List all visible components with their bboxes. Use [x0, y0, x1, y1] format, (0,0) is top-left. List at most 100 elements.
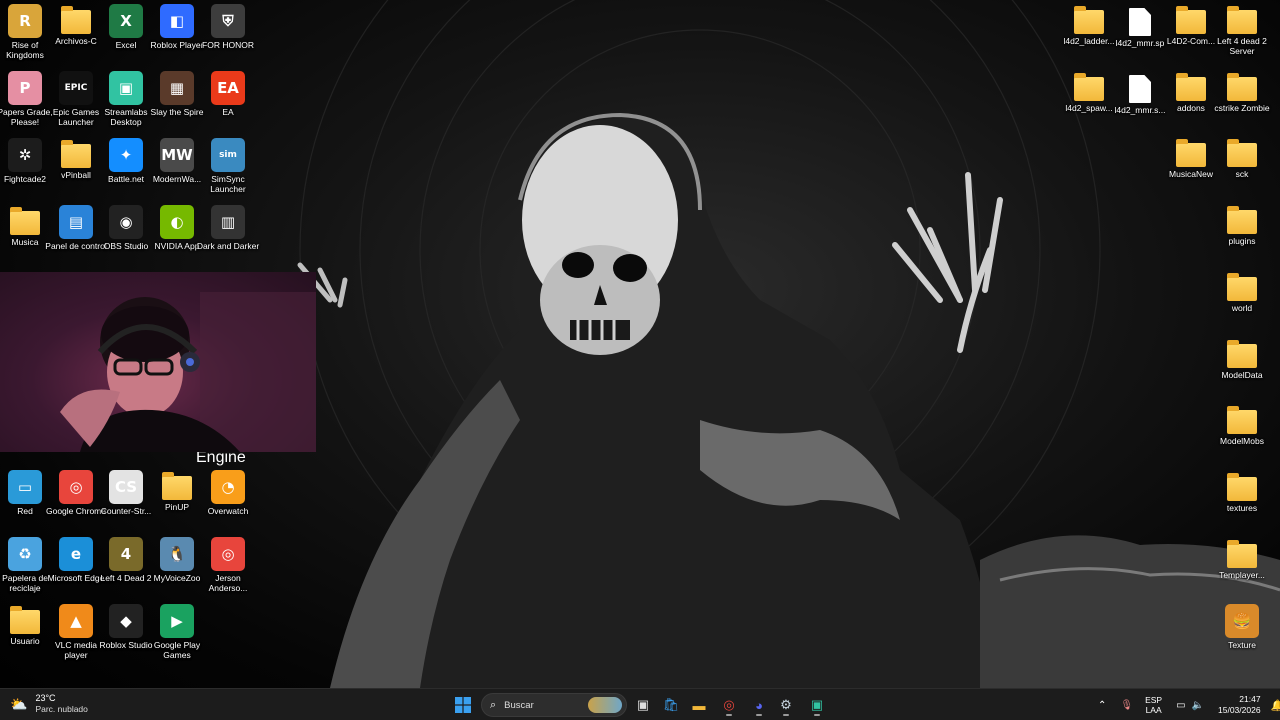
desktop-icon[interactable]: cstrike Zombie	[1214, 71, 1270, 133]
desktop-icon[interactable]: ◧ Roblox Player	[149, 4, 205, 66]
keyboard-layout: LAA	[1145, 705, 1162, 715]
for-honor-icon: ⛨	[211, 4, 245, 38]
steam-button[interactable]: ⚙	[774, 693, 798, 717]
file-icon	[1129, 8, 1151, 36]
taskbar: ⛅ 23°C Parc. nublado ⌕ Buscar ▣ 🛍 ▬ ◎ ◕ ⚙ ▣ ⌃ …	[0, 688, 1280, 720]
excel-icon: X	[109, 4, 143, 38]
store-icon: 🛍	[662, 697, 680, 712]
store-button[interactable]: 🛍	[659, 693, 683, 717]
desktop-icon[interactable]: sim SimSync Launcher	[200, 138, 256, 200]
desktop-icon[interactable]: addons	[1163, 71, 1219, 133]
desktop-icon[interactable]: l4d2_ladder...	[1061, 4, 1117, 66]
desktop-icon[interactable]: X Excel	[98, 4, 154, 66]
desktop-icon[interactable]: l4d2_spaw...	[1061, 71, 1117, 133]
desktop-icon[interactable]: ◐ NVIDIA App	[149, 205, 205, 267]
folder-icon	[61, 140, 91, 168]
desktop-icon[interactable]: ✦ Battle.net	[98, 138, 154, 200]
clock[interactable]: 21:47 15/03/2026	[1218, 694, 1261, 716]
counter-strike-icon: CS	[109, 470, 143, 504]
desktop-icon[interactable]: Templayer...	[1214, 538, 1270, 600]
edge-icon: e	[59, 537, 93, 571]
desktop-icon[interactable]: ▤ Panel de control	[45, 205, 107, 267]
desktop-icon[interactable]: MusicaNew	[1163, 137, 1219, 199]
desktop-icon[interactable]: ⛨ FOR HONOR	[200, 4, 256, 66]
desktop-icon[interactable]: world	[1214, 271, 1270, 333]
microphone-icon[interactable]: 🎙	[1120, 700, 1133, 711]
folder-icon	[61, 6, 91, 34]
running-indicator	[783, 714, 789, 716]
network-icon[interactable]: ▭	[1176, 700, 1185, 711]
chrome-icon: ◎	[211, 537, 245, 571]
desktop-icon[interactable]: ♻ Papelera de reciclaje	[0, 537, 53, 599]
desktop-icon-label: cstrike Zombie	[1214, 103, 1270, 113]
myvoicezoo-icon: 🐧	[160, 537, 194, 571]
desktop-icon[interactable]: ▶ Google Play Games	[149, 604, 205, 666]
folder-icon	[1227, 206, 1257, 234]
desktop-icon-label: Dark and Darker	[196, 241, 260, 251]
streamlabs-icon: ▣	[109, 71, 143, 105]
desktop-icon[interactable]: ▣ Streamlabs Desktop	[98, 71, 154, 133]
chevron-up-icon[interactable]: ⌃	[1098, 700, 1106, 711]
fightcade-icon: ✲	[8, 138, 42, 172]
folder-icon	[10, 207, 40, 235]
chrome-button[interactable]: ◎	[717, 693, 741, 717]
vlc-icon: ▲	[59, 604, 93, 638]
desktop-icon[interactable]: Archivos-C	[48, 4, 104, 66]
discord-button[interactable]: ◕	[747, 693, 771, 717]
running-indicator	[726, 714, 732, 716]
dark-and-darker-icon: ▥	[211, 205, 245, 239]
folder-icon	[1176, 139, 1206, 167]
desktop-icon[interactable]: ModelMobs	[1214, 404, 1270, 466]
desktop-icon[interactable]: R Rise of Kingdoms	[0, 4, 53, 66]
desktop-icon[interactable]: Left 4 dead 2 Server	[1214, 4, 1270, 66]
desktop-icon[interactable]: Musica	[0, 205, 53, 267]
desktop-icon[interactable]: ◎ Jerson Anderso...	[200, 537, 256, 599]
streamer-webcam-feed	[60, 292, 316, 452]
desktop-icon[interactable]: vPinball	[48, 138, 104, 200]
folder-icon	[1227, 540, 1257, 568]
weather-widget[interactable]: ⛅ 23°C Parc. nublado	[10, 693, 88, 715]
recycle-bin-icon: ♻	[8, 537, 42, 571]
desktop-icon[interactable]: sck	[1214, 137, 1270, 199]
file-explorer-button[interactable]: ▬	[687, 693, 711, 717]
language-indicator[interactable]: ESP LAA	[1145, 695, 1162, 715]
search-placeholder: Buscar	[504, 699, 534, 711]
task-view-button[interactable]: ▣	[631, 693, 655, 717]
notifications-icon[interactable]: 🔔	[1271, 699, 1280, 712]
volume-icon[interactable]: 🔈	[1192, 700, 1204, 711]
running-indicator	[814, 714, 820, 716]
burger-icon: 🍔	[1225, 604, 1259, 638]
desktop-icon[interactable]: ◎ Google Chrome	[46, 470, 106, 532]
desktop-icon[interactable]: EA EA	[200, 71, 256, 133]
webcam-overlay	[0, 272, 316, 452]
desktop-icon[interactable]: textures	[1214, 471, 1270, 533]
start-button[interactable]	[451, 693, 475, 717]
desktop-icon[interactable]: plugins	[1214, 204, 1270, 266]
desktop-icon[interactable]: ▭ Red	[0, 470, 53, 532]
folder-icon: ▬	[692, 697, 706, 713]
desktop-icon[interactable]: 🍔 Texture	[1214, 604, 1270, 666]
desktop-icon[interactable]: ✲ Fightcade2	[0, 138, 53, 200]
folder-icon	[1227, 406, 1257, 434]
desktop-icon[interactable]: ▦ Slay the Spire	[149, 71, 205, 133]
modern-warfare-icon: MW	[160, 138, 194, 172]
desktop-icon[interactable]: e Microsoft Edge	[48, 537, 104, 599]
desktop-icon-label: ModelData	[1221, 370, 1263, 380]
desktop-icon[interactable]: 4 Left 4 Dead 2	[98, 537, 154, 599]
epic-games-icon: EPIC	[59, 71, 93, 105]
desktop-icon[interactable]: ModelData	[1214, 338, 1270, 400]
desktop-icon[interactable]: ◔ Overwatch	[200, 470, 256, 532]
desktop-icon[interactable]: l4d2_mmr.s...	[1112, 71, 1168, 133]
desktop-icon[interactable]: l4d2_mmr.sp	[1112, 4, 1168, 66]
desktop-icon-label: ModelMobs	[1220, 436, 1264, 446]
language-code: ESP	[1145, 695, 1163, 705]
streamlabs-button[interactable]: ▣	[805, 693, 829, 717]
desktop-icon[interactable]: PinUP	[149, 470, 205, 532]
search-box[interactable]: ⌕ Buscar	[481, 693, 627, 717]
desktop-icon[interactable]: ▲ VLC media player	[48, 604, 104, 666]
desktop-icon[interactable]: ◉ OBS Studio	[98, 205, 154, 267]
desktop-icon[interactable]: L4D2-Com...	[1163, 4, 1219, 66]
desktop-icon[interactable]: CS Counter-Str...	[98, 470, 154, 532]
desktop-icon[interactable]: ▥ Dark and Darker	[197, 205, 259, 267]
running-indicator	[756, 714, 762, 716]
